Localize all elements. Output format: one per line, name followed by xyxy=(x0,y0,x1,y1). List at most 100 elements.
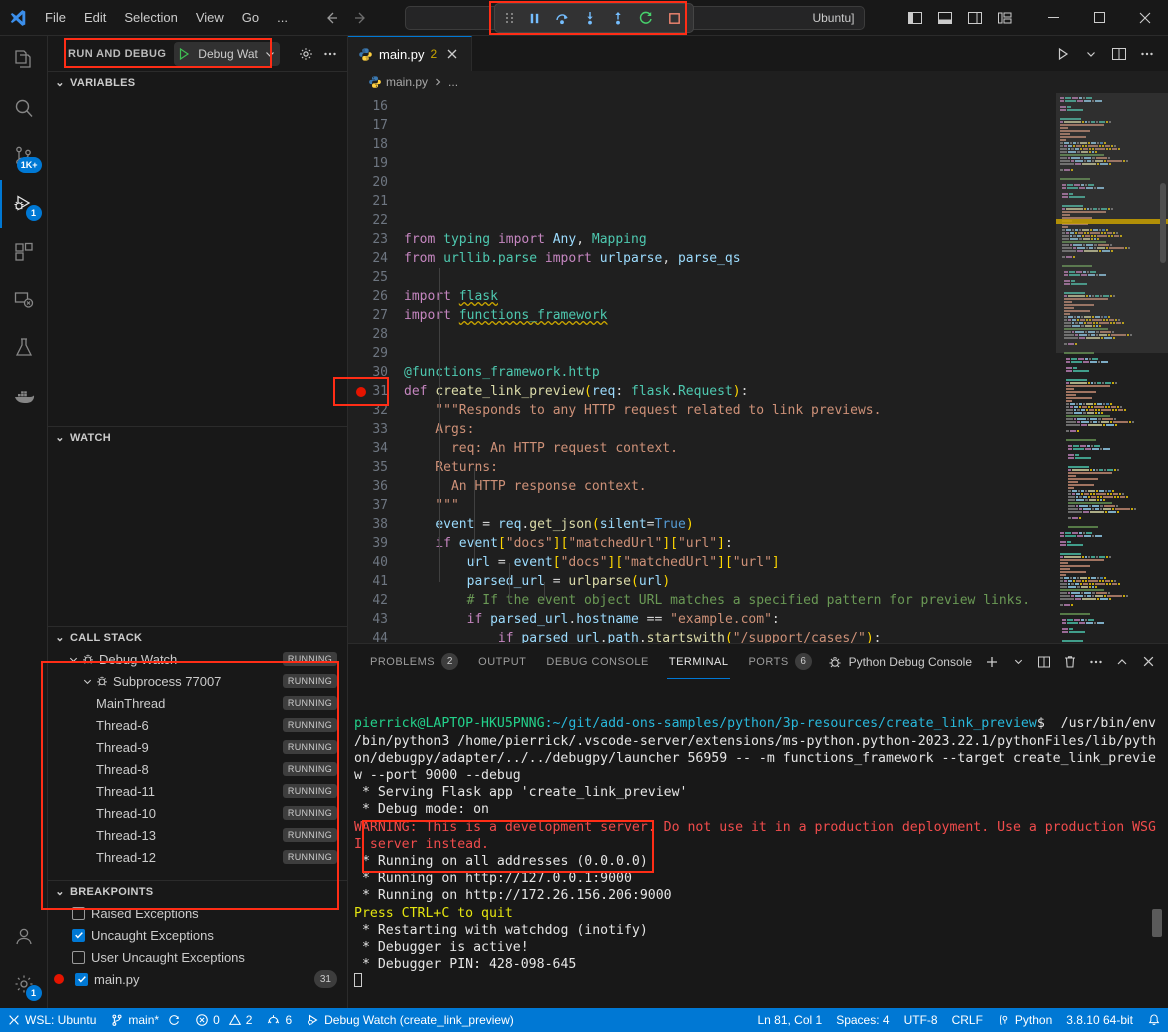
breakpoint-checkbox[interactable] xyxy=(72,929,85,942)
menu-edit[interactable]: Edit xyxy=(75,6,115,29)
breakpoint-checkbox[interactable] xyxy=(72,907,85,920)
line-number[interactable]: 17 xyxy=(348,116,404,135)
gear-icon[interactable] xyxy=(295,43,317,65)
line-number[interactable]: 39 xyxy=(348,534,404,553)
line-number[interactable]: 18 xyxy=(348,135,404,154)
go-forward-icon[interactable] xyxy=(353,10,369,26)
start-debugging-icon[interactable] xyxy=(176,46,192,62)
status-cursor-position[interactable]: Ln 81, Col 1 xyxy=(750,1008,829,1032)
code-line[interactable] xyxy=(404,344,1056,363)
terminal-output[interactable]: pierrick@LAPTOP-HKU5PNNG:~/git/add-ons-s… xyxy=(348,679,1168,1008)
more-actions-icon[interactable] xyxy=(319,43,341,65)
code-line[interactable]: parsed_url = urlparse(url) xyxy=(404,572,1056,591)
line-number[interactable]: 20 xyxy=(348,173,404,192)
line-number[interactable]: 41 xyxy=(348,572,404,591)
new-terminal-icon[interactable] xyxy=(980,650,1004,674)
code-line[interactable]: if parsed_url.path.startswith("/support/… xyxy=(404,629,1056,643)
callstack-section-header[interactable]: ⌄ CALL STACK xyxy=(48,626,347,648)
status-debug-session[interactable]: Debug Watch (create_link_preview) xyxy=(299,1008,521,1032)
scrollbar-thumb[interactable] xyxy=(1160,183,1166,263)
line-number[interactable]: 33 xyxy=(348,420,404,439)
callstack-row[interactable]: Thread-10RUNNING xyxy=(48,802,347,824)
stop-button[interactable] xyxy=(661,6,687,30)
close-panel-icon[interactable] xyxy=(1136,650,1160,674)
line-number-gutter[interactable]: 1617181920212223242526272829303132333435… xyxy=(348,93,404,643)
callstack-row[interactable]: Debug WatchRUNNING xyxy=(48,648,347,670)
split-editor-right-icon[interactable] xyxy=(1106,41,1132,67)
line-number[interactable]: 22 xyxy=(348,211,404,230)
breakpoint-checkbox[interactable] xyxy=(72,951,85,964)
sidebar-item-search[interactable] xyxy=(0,84,48,132)
chevron-down-icon[interactable] xyxy=(82,676,95,687)
panel-tab-terminal[interactable]: TERMINAL xyxy=(659,644,739,679)
breadcrumb-symbol[interactable]: ... xyxy=(448,75,458,89)
code-line[interactable]: event = req.get_json(silent=True) xyxy=(404,515,1056,534)
sidebar-item-extensions[interactable] xyxy=(0,228,48,276)
breadcrumb-file[interactable]: main.py xyxy=(368,75,428,89)
callstack-row[interactable]: Thread-9RUNNING xyxy=(48,736,347,758)
debug-toolbar[interactable] xyxy=(494,3,694,33)
menu-more[interactable]: ... xyxy=(268,6,297,29)
line-number[interactable]: 40 xyxy=(348,553,404,572)
tab-main-py[interactable]: main.py 2 xyxy=(348,36,472,71)
code-line[interactable]: if parsed_url.hostname == "example.com": xyxy=(404,610,1056,629)
code-line[interactable]: """ xyxy=(404,496,1056,515)
line-number[interactable]: 36 xyxy=(348,477,404,496)
code-line[interactable]: def create_link_preview(req: flask.Reque… xyxy=(404,382,1056,401)
terminal-scrollbar-thumb[interactable] xyxy=(1152,909,1162,937)
pause-button[interactable] xyxy=(521,6,547,30)
menu-selection[interactable]: Selection xyxy=(115,6,186,29)
line-number[interactable]: 27 xyxy=(348,306,404,325)
go-back-icon[interactable] xyxy=(323,10,339,26)
window-close-button[interactable] xyxy=(1122,0,1168,36)
window-minimize-button[interactable] xyxy=(1030,0,1076,36)
watch-section-header[interactable]: ⌄ WATCH xyxy=(48,426,347,448)
status-language-mode[interactable]: Python xyxy=(990,1008,1059,1032)
line-number[interactable]: 21 xyxy=(348,192,404,211)
toggle-secondary-sidebar-icon[interactable] xyxy=(962,5,988,31)
code-line[interactable]: An HTTP response context. xyxy=(404,477,1056,496)
line-number[interactable]: 38 xyxy=(348,515,404,534)
status-encoding[interactable]: UTF-8 xyxy=(897,1008,945,1032)
panel-tab-ports[interactable]: PORTS6 xyxy=(738,644,821,679)
minimap[interactable] xyxy=(1056,93,1168,643)
callstack-row[interactable]: Thread-13RUNNING xyxy=(48,824,347,846)
panel-more-actions-icon[interactable] xyxy=(1084,650,1108,674)
status-notifications[interactable] xyxy=(1140,1008,1168,1032)
code-line[interactable] xyxy=(404,325,1056,344)
sidebar-item-run-and-debug[interactable]: 1 xyxy=(0,180,48,228)
sidebar-item-source-control[interactable]: 1K+ xyxy=(0,132,48,180)
callstack-row[interactable]: Subprocess 77007RUNNING xyxy=(48,670,347,692)
code-line[interactable]: from urllib.parse import urlparse, parse… xyxy=(404,249,1056,268)
editor-more-actions-icon[interactable] xyxy=(1134,41,1160,67)
status-ports[interactable]: 6 xyxy=(259,1008,299,1032)
status-indentation[interactable]: Spaces: 4 xyxy=(829,1008,896,1032)
code-line[interactable]: import flask xyxy=(404,287,1056,306)
step-into-button[interactable] xyxy=(577,6,603,30)
sidebar-item-testing[interactable] xyxy=(0,324,48,372)
sidebar-item-explorer[interactable] xyxy=(0,36,48,84)
status-interpreter[interactable]: 3.8.10 64-bit xyxy=(1059,1008,1140,1032)
toggle-primary-sidebar-icon[interactable] xyxy=(902,5,928,31)
breakpoint-row[interactable]: main.py31 xyxy=(48,968,347,990)
line-number[interactable]: 35 xyxy=(348,458,404,477)
debug-configuration-dropdown[interactable]: Debug Wat xyxy=(174,42,280,66)
code-editor[interactable]: 1617181920212223242526272829303132333435… xyxy=(348,93,1168,643)
code-line[interactable]: url = event["docs"]["matchedUrl"]["url"] xyxy=(404,553,1056,572)
code-line[interactable] xyxy=(404,268,1056,287)
line-number[interactable]: 44 xyxy=(348,629,404,643)
callstack-row[interactable]: Thread-11RUNNING xyxy=(48,780,347,802)
terminal-options-chevron-icon[interactable] xyxy=(1006,650,1030,674)
step-over-button[interactable] xyxy=(549,6,575,30)
breakpoint-row[interactable]: User Uncaught Exceptions xyxy=(48,946,347,968)
line-number[interactable]: 24 xyxy=(348,249,404,268)
code-line[interactable]: Returns: xyxy=(404,458,1056,477)
status-eol[interactable]: CRLF xyxy=(945,1008,990,1032)
code-line[interactable]: # If the event object URL matches a spec… xyxy=(404,591,1056,610)
line-number[interactable]: 31 xyxy=(348,382,404,401)
line-number[interactable]: 42 xyxy=(348,591,404,610)
breakpoint-row[interactable]: Uncaught Exceptions xyxy=(48,924,347,946)
code-content[interactable]: from typing import Any, Mappingfrom urll… xyxy=(404,93,1056,643)
active-terminal-label[interactable]: Python Debug Console xyxy=(827,654,978,670)
breakpoint-dot-icon[interactable] xyxy=(356,387,366,397)
